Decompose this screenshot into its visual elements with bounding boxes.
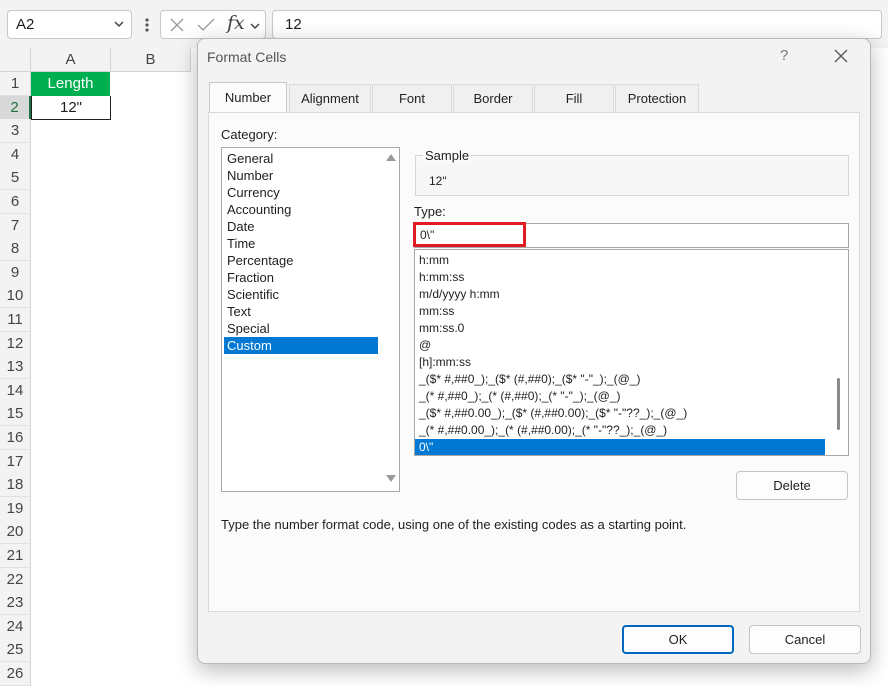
column-header-b[interactable]: B — [111, 48, 191, 72]
help-button[interactable]: ? — [780, 47, 788, 64]
row-header[interactable]: 25 — [0, 638, 31, 663]
scroll-down-icon[interactable] — [386, 475, 396, 482]
sample-value: 12" — [429, 174, 447, 188]
row-header[interactable]: 26 — [0, 662, 31, 686]
category-item[interactable]: Scientific — [224, 286, 378, 303]
category-item[interactable]: Currency — [224, 184, 378, 201]
format-code-item[interactable]: _($* #,##0_);_($* (#,##0);_($* "-"_);_(@… — [415, 371, 825, 388]
select-all-corner[interactable] — [0, 48, 31, 72]
delete-button-label: Delete — [773, 478, 811, 493]
row-header[interactable]: 3 — [0, 119, 31, 144]
row-header[interactable]: 2 — [0, 95, 31, 120]
type-label: Type: — [414, 204, 446, 219]
category-item[interactable]: General — [224, 150, 378, 167]
sample-box — [415, 155, 849, 196]
tab-border[interactable]: Border — [453, 84, 533, 113]
category-list[interactable]: General Number Currency Accounting Date Time P… — [221, 147, 400, 492]
formula-buttons: fx — [160, 10, 266, 39]
row-header[interactable]: 7 — [0, 213, 31, 238]
format-code-item[interactable]: _(* #,##0.00_);_(* (#,##0.00);_(* "-"??_… — [415, 422, 825, 439]
format-code-item[interactable]: 0\" — [415, 439, 825, 455]
cell-a1[interactable]: Length — [31, 72, 110, 96]
name-box[interactable]: A2 — [7, 10, 132, 39]
row-header[interactable]: 21 — [0, 544, 31, 568]
tab-number[interactable]: Number — [209, 82, 287, 113]
category-item[interactable]: Text — [224, 303, 378, 320]
row-header[interactable]: 24 — [0, 614, 31, 639]
formula-value: 12 — [285, 16, 302, 33]
chevron-down-icon[interactable] — [249, 20, 261, 32]
row-header[interactable]: 16 — [0, 426, 31, 450]
category-item[interactable]: Number — [224, 167, 378, 184]
category-item[interactable]: Date — [224, 218, 378, 235]
chevron-down-icon[interactable] — [113, 18, 125, 30]
number-tab-panel: Category: General Number Currency Accountin… — [208, 112, 860, 612]
category-label: Category: — [221, 127, 278, 142]
format-code-item[interactable]: _(* #,##0_);_(* (#,##0);_(* "-"_);_(@_) — [415, 388, 825, 405]
row-header[interactable]: 17 — [0, 449, 31, 474]
row-header[interactable]: 14 — [0, 378, 31, 403]
ok-button[interactable]: OK — [622, 625, 734, 654]
tab-font[interactable]: Font — [372, 84, 452, 113]
row-header[interactable]: 9 — [0, 260, 31, 285]
row-header[interactable]: 4 — [0, 142, 31, 167]
formula-input[interactable]: 12 — [272, 10, 882, 39]
row-header[interactable]: 12 — [0, 331, 31, 356]
tab-alignment[interactable]: Alignment — [289, 84, 371, 113]
more-options-icon[interactable] — [144, 17, 150, 33]
sample-label: Sample — [423, 148, 472, 163]
row-header[interactable]: 10 — [0, 284, 31, 309]
format-code-item[interactable]: mm:ss.0 — [415, 320, 825, 337]
dialog-title: Format Cells — [207, 49, 287, 65]
hint-text: Type the number format code, using one o… — [221, 517, 687, 532]
insert-function-icon[interactable]: fx — [227, 12, 245, 34]
row-header[interactable]: 19 — [0, 496, 31, 521]
category-item[interactable]: Accounting — [224, 201, 378, 218]
close-icon[interactable] — [834, 49, 848, 63]
format-code-item[interactable]: @ — [415, 337, 825, 354]
category-item[interactable]: Special — [224, 320, 378, 337]
column-header-a[interactable]: A — [31, 48, 111, 72]
tab-protection[interactable]: Protection — [615, 84, 699, 113]
format-code-item[interactable]: h:mm — [415, 252, 825, 269]
format-code-item[interactable]: h:mm:ss — [415, 269, 825, 286]
tab-fill[interactable]: Fill — [534, 84, 614, 113]
row-header[interactable]: 11 — [0, 308, 31, 332]
category-item[interactable]: Time — [224, 235, 378, 252]
category-item[interactable]: Fraction — [224, 269, 378, 286]
format-cells-dialog: Format Cells ? Number Alignment Font Bor… — [197, 38, 871, 664]
cell-a2[interactable]: 12" — [31, 96, 111, 120]
row-header[interactable]: 20 — [0, 520, 31, 545]
format-list-scroll-thumb[interactable] — [837, 378, 840, 430]
format-code-item[interactable]: _($* #,##0.00_);_($* (#,##0.00);_($* "-"… — [415, 405, 825, 422]
format-code-list[interactable]: h:mm h:mm:ss m/d/yyyy h:mm mm:ss mm:ss.0 @ [h]… — [414, 249, 849, 456]
row-header[interactable]: 18 — [0, 473, 31, 498]
annotation-highlight-box — [413, 222, 526, 247]
format-code-item[interactable]: mm:ss — [415, 303, 825, 320]
category-item[interactable]: Custom — [224, 337, 378, 354]
row-header[interactable]: 15 — [0, 402, 31, 427]
row-header[interactable]: 23 — [0, 591, 31, 616]
row-header[interactable]: 8 — [0, 237, 31, 262]
category-item[interactable]: Percentage — [224, 252, 378, 269]
row-header[interactable]: 1 — [0, 72, 31, 96]
cancel-entry-icon[interactable] — [169, 17, 185, 33]
confirm-entry-icon[interactable] — [197, 17, 215, 33]
row-header[interactable]: 6 — [0, 190, 31, 214]
delete-button[interactable]: Delete — [736, 471, 848, 500]
scroll-up-icon[interactable] — [386, 154, 396, 161]
row-header[interactable]: 22 — [0, 567, 31, 592]
cancel-button[interactable]: Cancel — [749, 625, 861, 654]
name-box-value: A2 — [16, 16, 35, 33]
format-code-item[interactable]: m/d/yyyy h:mm — [415, 286, 825, 303]
format-code-item[interactable]: [h]:mm:ss — [415, 354, 825, 371]
row-header[interactable]: 13 — [0, 355, 31, 380]
row-header[interactable]: 5 — [0, 166, 31, 191]
